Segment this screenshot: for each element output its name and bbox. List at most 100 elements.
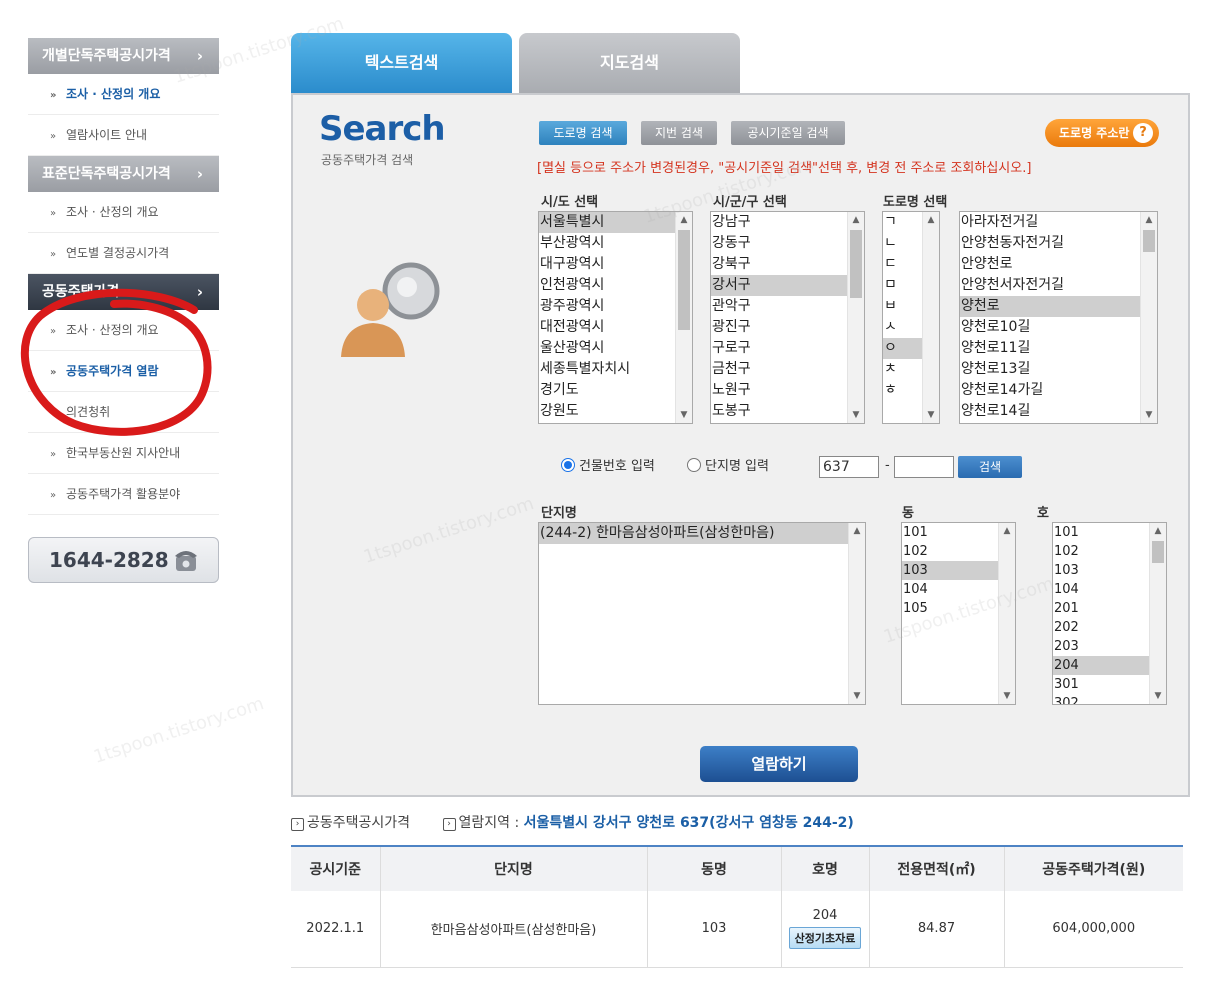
list-item[interactable]: ㄱ (883, 212, 922, 233)
sigungu-listbox[interactable]: 강남구 강동구 강북구 강서구 관악구 광진구 구로구 금천구 노원구 도봉구 … (710, 211, 865, 424)
scrollbar[interactable]: ▲ ▼ (998, 523, 1015, 704)
list-item[interactable]: 안양천동자전거길 (960, 233, 1140, 254)
scroll-up-icon[interactable]: ▲ (676, 212, 692, 228)
list-item[interactable]: 양천로13길 (960, 359, 1140, 380)
sidebar-item-usage[interactable]: » 공동주택가격 활용분야 (28, 474, 219, 515)
list-item[interactable]: 301 (1053, 675, 1149, 694)
scroll-up-icon[interactable]: ▲ (923, 212, 939, 228)
sidebar-item-survey-overview-3[interactable]: » 조사 · 산정의 개요 (28, 310, 219, 351)
list-item[interactable]: ㅎ (883, 380, 922, 401)
list-item[interactable]: ㄴ (883, 233, 922, 254)
sidebar-item-survey-overview-1[interactable]: » 조사 · 산정의 개요 (28, 74, 219, 115)
list-item[interactable]: 대전광역시 (539, 317, 675, 338)
scroll-thumb[interactable] (1143, 230, 1155, 252)
scroll-thumb[interactable] (678, 230, 690, 330)
list-item[interactable]: 관악구 (711, 296, 847, 317)
list-item[interactable]: 안양천로 (960, 254, 1140, 275)
list-item[interactable]: 울산광역시 (539, 338, 675, 359)
list-item[interactable]: 202 (1053, 618, 1149, 637)
building-number-input[interactable]: 637 (819, 456, 879, 478)
scroll-down-icon[interactable]: ▼ (1150, 688, 1166, 704)
list-item[interactable]: 강남구 (711, 212, 847, 233)
scroll-up-icon[interactable]: ▲ (848, 212, 864, 228)
sidebar-item-yearly-price[interactable]: » 연도별 결정공시가격 (28, 233, 219, 274)
tab-map-search[interactable]: 지도검색 (519, 33, 740, 93)
list-item[interactable]: (244-2) 한마음삼성아파트(삼성한마음) (539, 523, 848, 544)
ho-listbox[interactable]: 101 102 103 104 201 202 203 204 301 302 … (1052, 522, 1167, 705)
reference-date-search-button[interactable]: 공시기준일 검색 (731, 121, 845, 145)
list-item[interactable]: 양천로11길 (960, 338, 1140, 359)
lot-number-search-button[interactable]: 지번 검색 (641, 121, 717, 145)
scrollbar[interactable]: ▲ ▼ (675, 212, 692, 423)
list-item[interactable]: ㅊ (883, 359, 922, 380)
initial-consonant-listbox[interactable]: ㄱ ㄴ ㄷ ㅁ ㅂ ㅅ ㅇ ㅊ ㅎ ▲ ▼ (882, 211, 940, 424)
list-item[interactable]: 구로구 (711, 338, 847, 359)
list-item[interactable]: ㅅ (883, 317, 922, 338)
list-item[interactable]: 양천로 (960, 296, 1140, 317)
calculation-basis-button[interactable]: 산정기초자료 (788, 927, 862, 950)
list-item[interactable]: 101 (902, 523, 998, 542)
list-item[interactable]: ㅇ (883, 338, 922, 359)
list-item[interactable]: 204 (1053, 656, 1149, 675)
list-item[interactable]: ㅁ (883, 275, 922, 296)
road-address-guide-button[interactable]: 도로명 주소란 ? (1045, 119, 1159, 147)
scroll-down-icon[interactable]: ▼ (849, 688, 865, 704)
list-item[interactable]: 부산광역시 (539, 233, 675, 254)
building-number-radio[interactable]: 건물번호 입력 (561, 458, 655, 474)
list-item[interactable]: 302 (1053, 694, 1149, 704)
list-item[interactable]: 강서구 (711, 275, 847, 296)
list-item[interactable]: 103 (1053, 561, 1149, 580)
list-item[interactable]: 노원구 (711, 380, 847, 401)
list-item[interactable]: 101 (1053, 523, 1149, 542)
sidebar-item-survey-overview-2[interactable]: » 조사 · 산정의 개요 (28, 192, 219, 233)
list-item[interactable]: 경기도 (539, 380, 675, 401)
list-item[interactable]: 대구광역시 (539, 254, 675, 275)
list-item[interactable]: 인천광역시 (539, 275, 675, 296)
list-item[interactable]: 양천로14길 (960, 401, 1140, 422)
list-item[interactable]: 102 (1053, 542, 1149, 561)
sidebar-item-opinion[interactable]: 의견청취 (28, 392, 219, 433)
list-item[interactable]: 아라자전거길 (960, 212, 1140, 233)
sidebar-section-apartment[interactable]: 공동주택가격 › (28, 274, 219, 310)
list-item[interactable]: 금천구 (711, 359, 847, 380)
sidebar-section-individual-house[interactable]: 개별단독주택공시가격 › (28, 38, 219, 74)
tab-text-search[interactable]: 텍스트검색 (291, 33, 512, 93)
scrollbar[interactable]: ▲ ▼ (848, 523, 865, 704)
scrollbar[interactable]: ▲ ▼ (922, 212, 939, 423)
list-item[interactable]: 양천로14가길 (960, 380, 1140, 401)
list-item[interactable]: 양천로10길 (960, 317, 1140, 338)
list-item[interactable]: 102 (902, 542, 998, 561)
scroll-down-icon[interactable]: ▼ (848, 407, 864, 423)
sido-listbox[interactable]: 서울특별시 부산광역시 대구광역시 인천광역시 광주광역시 대전광역시 울산광역… (538, 211, 693, 424)
scrollbar[interactable]: ▲ ▼ (1149, 523, 1166, 704)
scrollbar[interactable]: ▲ ▼ (1140, 212, 1157, 423)
scroll-up-icon[interactable]: ▲ (849, 523, 865, 539)
list-item[interactable]: ㄷ (883, 254, 922, 275)
scroll-up-icon[interactable]: ▲ (1150, 523, 1166, 539)
scroll-down-icon[interactable]: ▼ (1141, 407, 1157, 423)
list-item[interactable]: 세종특별자치시 (539, 359, 675, 380)
scroll-down-icon[interactable]: ▼ (676, 407, 692, 423)
building-sub-number-input[interactable] (894, 456, 954, 478)
list-item[interactable]: 104 (902, 580, 998, 599)
list-item[interactable]: 103 (902, 561, 998, 580)
road-name-search-button[interactable]: 도로명 검색 (539, 121, 627, 145)
dong-listbox[interactable]: 101 102 103 104 105 ▲ ▼ (901, 522, 1016, 705)
sidebar-item-branch-guide[interactable]: » 한국부동산원 지사안내 (28, 433, 219, 474)
sidebar-section-standard-house[interactable]: 표준단독주택공시가격 › (28, 156, 219, 192)
view-button[interactable]: 열람하기 (700, 746, 858, 782)
scroll-up-icon[interactable]: ▲ (999, 523, 1015, 539)
scroll-up-icon[interactable]: ▲ (1141, 212, 1157, 228)
list-item[interactable]: 강원도 (539, 401, 675, 422)
list-item[interactable]: 서울특별시 (539, 212, 675, 233)
scrollbar[interactable]: ▲ ▼ (847, 212, 864, 423)
list-item[interactable]: ㅂ (883, 296, 922, 317)
list-item[interactable]: 203 (1053, 637, 1149, 656)
scroll-down-icon[interactable]: ▼ (999, 688, 1015, 704)
search-button[interactable]: 검색 (958, 456, 1022, 478)
list-item[interactable]: 광진구 (711, 317, 847, 338)
list-item[interactable]: 도봉구 (711, 401, 847, 422)
complex-name-radio[interactable]: 단지명 입력 (687, 458, 769, 474)
scroll-thumb[interactable] (1152, 541, 1164, 563)
list-item[interactable]: 105 (902, 599, 998, 618)
